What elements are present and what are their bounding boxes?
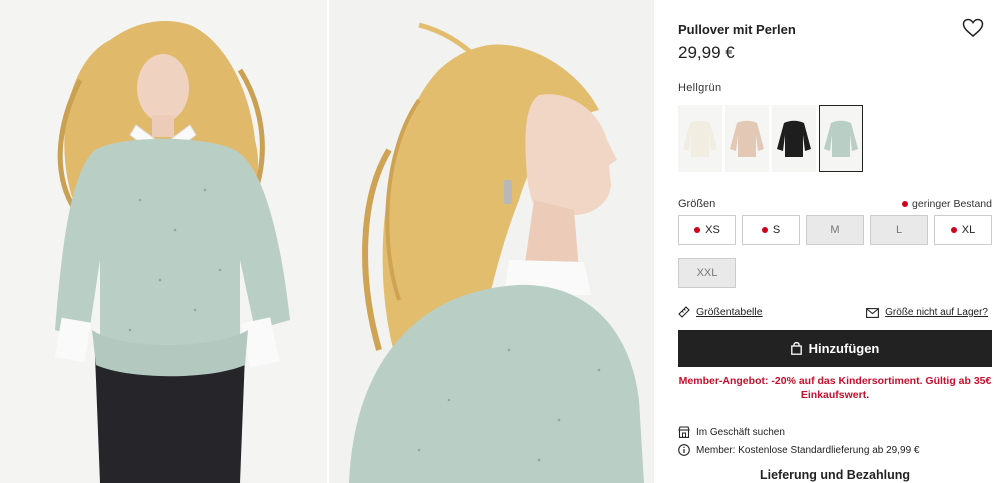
product-title: Pullover mit Perlen <box>678 22 796 37</box>
low-stock-dot-icon <box>694 227 701 233</box>
member-delivery-row: Member: Kostenlose Standardlieferung ab … <box>678 444 919 456</box>
size-label: S <box>772 224 781 236</box>
model-front-illustration <box>0 0 327 483</box>
low-stock-legend-text: geringer Bestand <box>912 198 992 210</box>
sizes-label: Größen <box>678 198 716 210</box>
sweater-thumbnail <box>824 120 858 157</box>
member-offer-text: Member-Angebot: -20% auf das Kindersorti… <box>678 375 992 401</box>
size-not-in-stock-label: Größe nicht auf Lager? <box>885 307 988 318</box>
swatch-beige[interactable] <box>725 105 769 172</box>
swatch-cream[interactable] <box>678 105 722 172</box>
add-to-cart-button[interactable]: Hinzufügen <box>678 330 992 367</box>
low-stock-dot-icon <box>950 227 957 233</box>
size-table-link[interactable]: Größentabelle <box>678 306 763 318</box>
store-icon <box>678 426 690 438</box>
product-info-panel: Pullover mit Perlen 29,99 € Hellgrün Grö… <box>654 0 1000 483</box>
product-price: 29,99 € <box>678 43 735 62</box>
swatch-light-green[interactable] <box>819 105 863 172</box>
size-selector: XS S M L XL XXL <box>678 215 992 288</box>
size-option[interactable]: XL <box>934 215 992 245</box>
size-label: M <box>830 224 840 236</box>
bag-icon <box>790 342 802 355</box>
size-label: L <box>895 224 903 236</box>
model-profile-illustration <box>329 0 654 483</box>
size-table-label: Größentabelle <box>696 306 763 318</box>
product-image-profile[interactable] <box>329 0 654 483</box>
size-option[interactable]: M <box>806 215 864 245</box>
delivery-and-payment-heading[interactable]: Lieferung und Bezahlung <box>678 468 992 482</box>
sweater-thumbnail <box>683 120 717 157</box>
low-stock-dot-icon <box>902 201 909 207</box>
ruler-icon <box>678 306 690 318</box>
swatch-black[interactable] <box>772 105 816 172</box>
member-delivery-text: Member: Kostenlose Standardlieferung ab … <box>696 444 920 456</box>
envelope-icon <box>866 307 880 318</box>
size-not-in-stock-link[interactable]: Größe nicht auf Lager? <box>866 307 988 318</box>
size-label: XS <box>705 224 720 236</box>
size-option[interactable]: S <box>742 215 800 245</box>
color-swatches <box>678 105 863 172</box>
selected-color-name: Hellgrün <box>678 82 722 94</box>
find-in-store-row[interactable]: Im Geschäft suchen <box>678 426 785 438</box>
size-option[interactable]: XXL <box>678 258 736 288</box>
sweater-thumbnail <box>730 120 764 157</box>
low-stock-dot-icon <box>761 227 768 233</box>
size-label: XL <box>961 224 976 236</box>
size-option[interactable]: XS <box>678 215 736 245</box>
add-to-cart-label: Hinzufügen <box>808 341 880 356</box>
sweater-thumbnail <box>777 120 811 157</box>
info-icon <box>678 444 690 456</box>
low-stock-legend: geringer Bestand <box>902 198 992 210</box>
product-image-front[interactable] <box>0 0 327 483</box>
find-in-store-label: Im Geschäft suchen <box>696 426 785 438</box>
size-label: XXL <box>696 267 718 279</box>
size-option[interactable]: L <box>870 215 928 245</box>
heart-icon <box>962 18 984 37</box>
favorite-button[interactable] <box>962 18 984 38</box>
